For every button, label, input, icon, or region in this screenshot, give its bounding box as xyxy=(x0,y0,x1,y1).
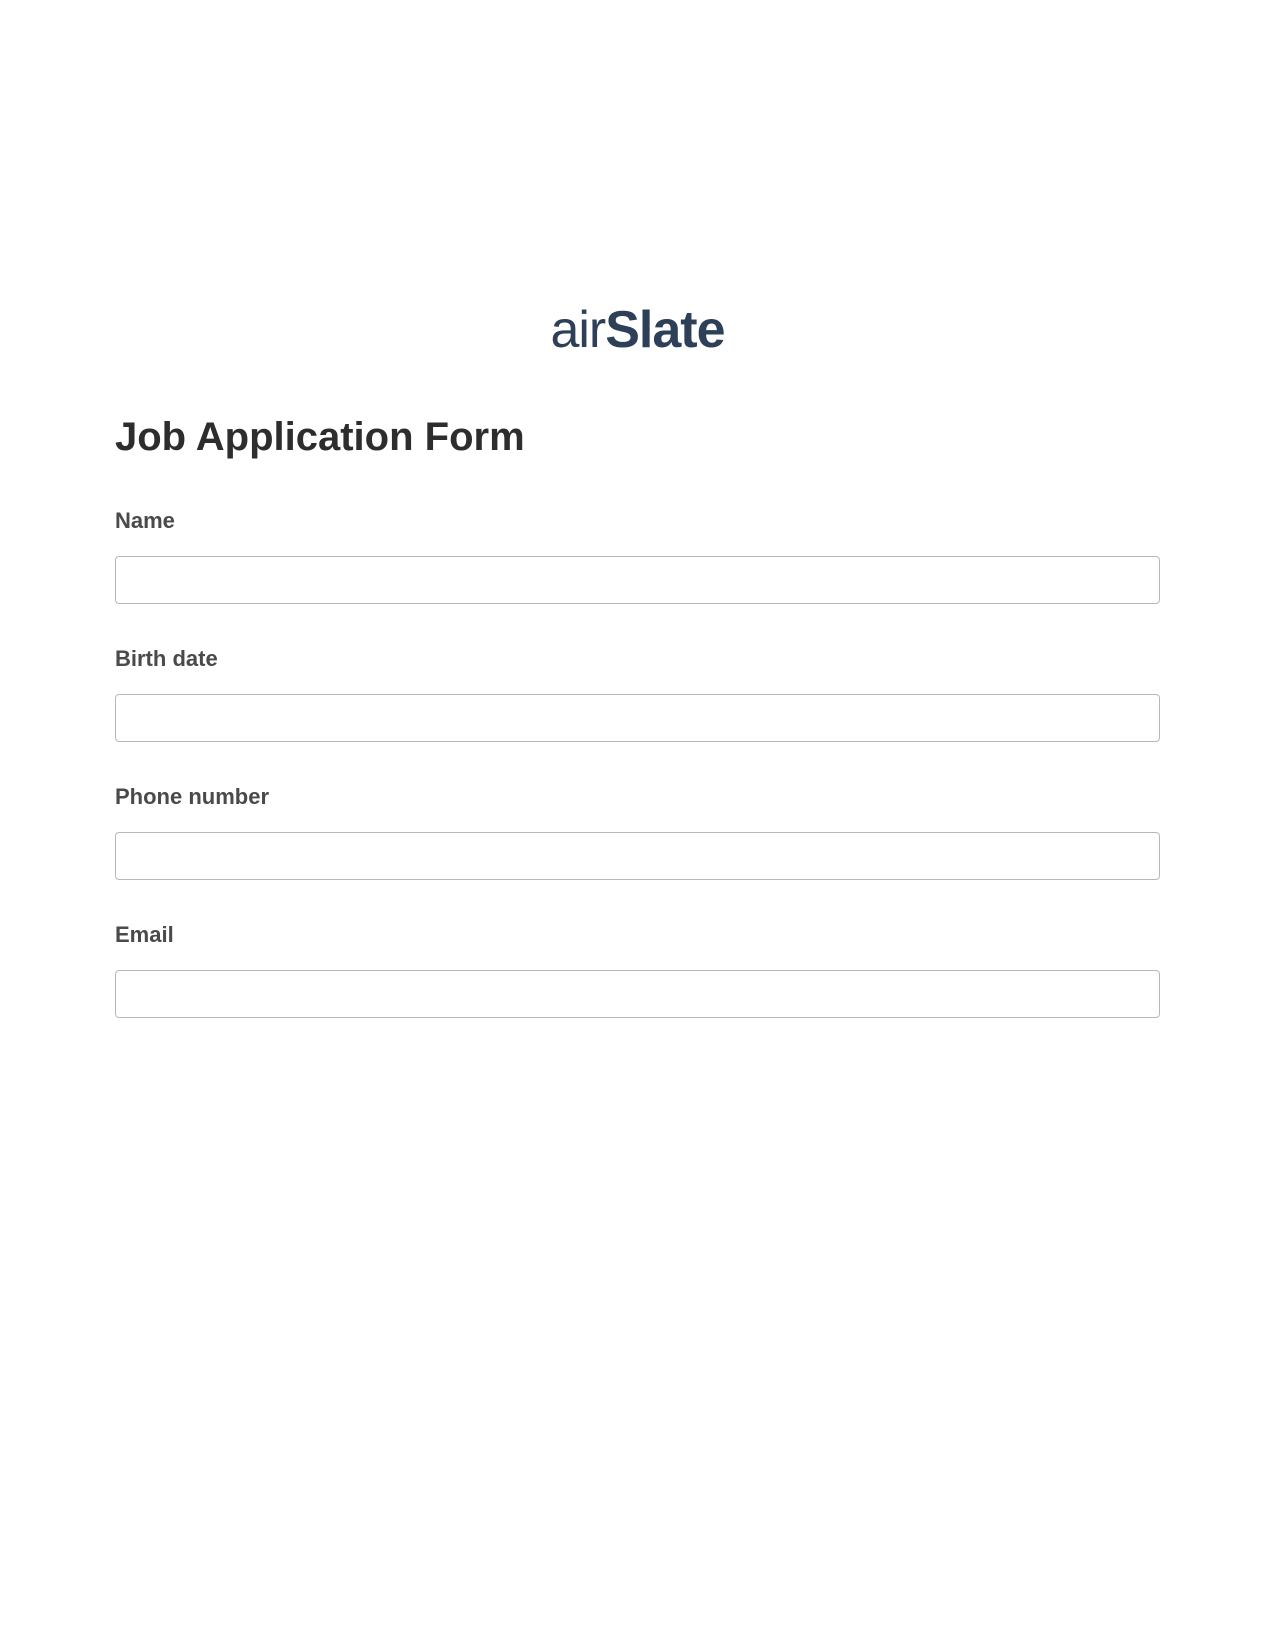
birthdate-label: Birth date xyxy=(115,646,1160,672)
field-group-name: Name xyxy=(115,508,1160,604)
birthdate-input[interactable] xyxy=(115,694,1160,742)
phone-input[interactable] xyxy=(115,832,1160,880)
form-container: airSlate Job Application Form Name Birth… xyxy=(0,0,1275,1018)
name-input[interactable] xyxy=(115,556,1160,604)
email-label: Email xyxy=(115,922,1160,948)
logo-wrapper: airSlate xyxy=(115,300,1160,360)
email-input[interactable] xyxy=(115,970,1160,1018)
airslate-logo: airSlate xyxy=(550,300,724,360)
field-group-phone: Phone number xyxy=(115,784,1160,880)
logo-suffix: Slate xyxy=(605,301,724,359)
field-group-email: Email xyxy=(115,922,1160,1018)
phone-label: Phone number xyxy=(115,784,1160,810)
field-group-birthdate: Birth date xyxy=(115,646,1160,742)
name-label: Name xyxy=(115,508,1160,534)
form-title: Job Application Form xyxy=(115,415,1160,460)
logo-prefix: air xyxy=(550,301,605,359)
